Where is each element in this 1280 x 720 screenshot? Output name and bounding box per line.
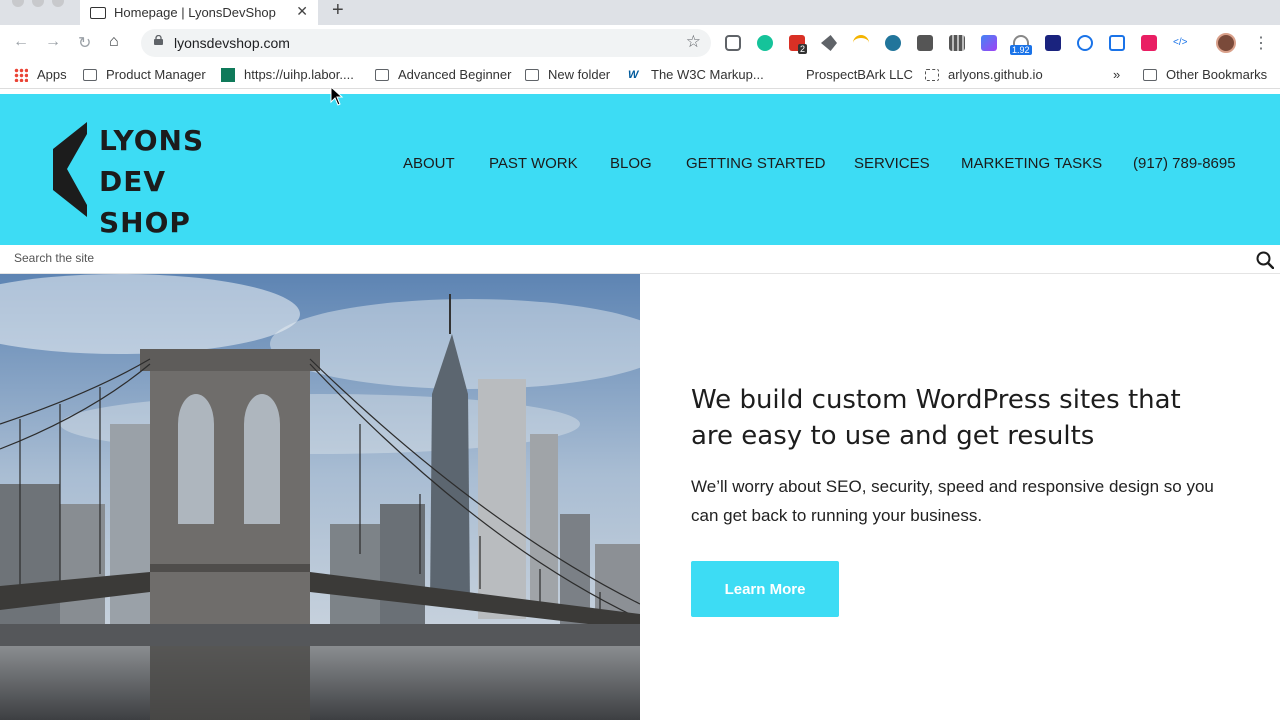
search-icon[interactable] — [1256, 251, 1274, 269]
back-arrow-icon[interactable]: ← — [13, 33, 29, 51]
nav-marketing-tasks[interactable]: MARKETING TASKS — [961, 155, 1102, 172]
hero-content: We build custom WordPress sites that are… — [691, 382, 1231, 530]
bookmark-label: Advanced Beginner — [398, 67, 512, 82]
reload-icon[interactable]: ↻ — [78, 33, 91, 53]
home-icon[interactable]: ⌂ — [109, 33, 119, 51]
tab-active[interactable]: Homepage | LyonsDevShop ✕ — [80, 0, 318, 25]
overflow-icon: » — [1113, 67, 1121, 82]
logo-line: LYONS — [99, 124, 205, 157]
bookmark-uihp[interactable]: https://uihp.labor.... — [221, 67, 354, 82]
url-text: lyonsdevshop.com — [174, 35, 290, 51]
browser-toolbar: ← → ↻ ⌂ lyonsdevshop.com ☆ 2 1.92 </> ⋮ — [0, 25, 1280, 61]
speed-badge: 1.92 — [1010, 45, 1032, 55]
tab-strip: Homepage | LyonsDevShop ✕ + — [0, 0, 1280, 25]
grammarly-extension-icon[interactable] — [757, 35, 773, 51]
arrow-extension-icon[interactable] — [821, 35, 837, 51]
window-extension-icon[interactable] — [1109, 35, 1125, 51]
hero-subtext: We’ll worry about SEO, security, speed a… — [691, 477, 1214, 525]
tab-title: Homepage | LyonsDevShop — [114, 5, 276, 20]
site-icon — [925, 68, 939, 81]
hero-image — [0, 274, 640, 720]
bookmark-label: https://uihp.labor.... — [244, 67, 354, 82]
logo-line: DEV — [99, 165, 167, 198]
bookmark-label: ProspectBArk LLC — [806, 67, 913, 82]
angular-extension-icon[interactable] — [1141, 35, 1157, 51]
address-bar[interactable]: lyonsdevshop.com ☆ — [141, 29, 711, 57]
logo-chevron-icon[interactable] — [53, 122, 87, 217]
bookmark-arlyons[interactable]: arlyons.github.io — [925, 67, 1043, 82]
code-extension-icon[interactable]: </> — [1173, 35, 1189, 51]
bookmark-apps[interactable]: Apps — [14, 67, 67, 82]
bookmark-label: The W3C Markup... — [651, 67, 764, 82]
w3c-icon: W — [628, 68, 639, 81]
forward-arrow-icon[interactable]: → — [45, 33, 61, 51]
folder-icon — [525, 68, 539, 81]
site-logo[interactable]: LYONS DEV SHOP — [99, 120, 204, 243]
window-controls — [12, 0, 64, 7]
color-extension-icon[interactable] — [981, 35, 997, 51]
nav-phone[interactable]: (917) 789-8695 — [1133, 155, 1236, 172]
new-tab-button[interactable]: + — [332, 0, 344, 22]
learn-more-button[interactable]: Learn More — [691, 561, 839, 617]
bookmark-label: Other Bookmarks — [1166, 67, 1268, 82]
hero-headline: We build custom WordPress sites that are… — [691, 385, 1181, 451]
rainbow-extension-icon[interactable] — [853, 35, 869, 51]
site-favicon-icon — [90, 6, 106, 19]
bookmarks-bar: Apps Product Manager https://uihp.labor.… — [0, 61, 1280, 89]
psp-icon — [781, 69, 797, 81]
bookmark-label: Apps — [37, 67, 67, 82]
logo-line: SHOP — [99, 206, 191, 239]
book-extension-icon[interactable] — [1045, 35, 1061, 51]
bookmark-advanced-beginner[interactable]: Advanced Beginner — [375, 67, 511, 82]
folder-icon — [83, 68, 97, 81]
nav-services[interactable]: SERVICES — [854, 155, 930, 172]
nav-about[interactable]: ABOUT — [403, 155, 455, 172]
maximize-window-button[interactable] — [52, 0, 64, 7]
close-window-button[interactable] — [12, 0, 24, 7]
site-search-bar — [0, 245, 1280, 274]
close-tab-icon[interactable]: ✕ — [296, 3, 308, 20]
bookmark-label: New folder — [548, 67, 611, 82]
bookmark-star-icon[interactable]: ☆ — [686, 32, 701, 52]
bookmarks-overflow[interactable]: » — [1113, 67, 1120, 82]
ftl-extension-icon[interactable] — [1077, 35, 1093, 51]
search-input[interactable] — [14, 251, 1214, 265]
nav-past-work[interactable]: PAST WORK — [489, 155, 578, 172]
mouse-cursor-icon — [330, 86, 344, 106]
bars-extension-icon[interactable] — [949, 35, 965, 51]
folder-icon — [1143, 68, 1157, 81]
bookmark-other[interactable]: Other Bookmarks — [1143, 67, 1267, 82]
bookmark-label: Product Manager — [106, 67, 206, 82]
nav-blog[interactable]: BLOG — [610, 155, 652, 172]
wordpress-extension-icon[interactable] — [885, 35, 901, 51]
bookmark-w3c[interactable]: W The W3C Markup... — [628, 67, 764, 82]
folder-icon — [375, 68, 389, 81]
bookmark-prospectbark[interactable]: ProspectBArk LLC — [781, 67, 913, 82]
bookmark-label: arlyons.github.io — [948, 67, 1043, 82]
extension-badge: 2 — [798, 44, 808, 54]
nav-getting-started[interactable]: GETTING STARTED — [686, 155, 825, 172]
profile-avatar[interactable] — [1216, 33, 1236, 53]
apps-grid-icon — [14, 67, 28, 82]
menu-kebab-icon[interactable]: ⋮ — [1253, 33, 1269, 53]
bookmark-product-manager[interactable]: Product Manager — [83, 67, 206, 82]
lock-icon — [154, 35, 163, 45]
site-icon — [221, 67, 235, 82]
bookmark-new-folder[interactable]: New folder — [525, 67, 610, 82]
layout-extension-icon[interactable] — [917, 35, 933, 51]
pocket-extension-icon[interactable] — [725, 35, 741, 51]
minimize-window-button[interactable] — [32, 0, 44, 7]
